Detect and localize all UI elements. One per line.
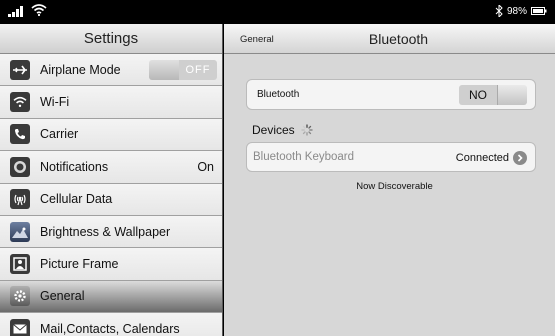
toggle-knob bbox=[497, 85, 527, 105]
battery-icon bbox=[531, 7, 547, 15]
toggle-knob bbox=[149, 60, 179, 80]
sidebar-title: Settings bbox=[0, 24, 222, 54]
device-status: Connected bbox=[455, 152, 509, 164]
phone-icon bbox=[10, 124, 30, 145]
detail-pane: General Bluetooth Bluetooth NO Devices B… bbox=[224, 24, 555, 336]
toggle-label: NO bbox=[459, 85, 497, 105]
gear-icon bbox=[10, 286, 30, 307]
sidebar-item-label: Notifications bbox=[40, 159, 109, 174]
battery-percent: 98% bbox=[506, 5, 527, 17]
sidebar-item-label: Picture Frame bbox=[40, 257, 119, 272]
sidebar-item-airplane-mode[interactable]: Airplane Mode OFF bbox=[0, 54, 222, 87]
bluetooth-row: Bluetooth NO bbox=[246, 79, 536, 110]
sidebar-item-carrier[interactable]: Carrier bbox=[0, 118, 222, 152]
sidebar-item-brightness-wallpaper[interactable]: Brightness & Wallpaper bbox=[0, 215, 222, 249]
mail-icon bbox=[10, 318, 30, 336]
wallpaper-icon bbox=[10, 221, 30, 242]
wifi-icon bbox=[10, 92, 30, 113]
status-bar: 98% bbox=[0, 0, 555, 24]
sidebar-item-mail-contacts-calendars[interactable]: Mail,Contacts, Calendars bbox=[0, 313, 222, 336]
device-name: Bluetooth Keyboard bbox=[253, 151, 355, 163]
sidebar-item-cellular-data[interactable]: Cellular Data bbox=[0, 183, 222, 216]
notifications-value: On bbox=[197, 159, 214, 174]
navigation-bar: General Bluetooth bbox=[224, 24, 555, 54]
sidebar-item-notifications[interactable]: Notifications On bbox=[0, 151, 222, 184]
sidebar-item-label: Wi-Fi bbox=[40, 95, 70, 110]
sidebar-item-label: Cellular Data bbox=[40, 192, 113, 207]
settings-sidebar: Settings Airplane Mode OFF Wi-Fi Carrier bbox=[0, 24, 223, 336]
sidebar-item-label: Brightness & Wallpaper bbox=[40, 224, 171, 239]
antenna-icon bbox=[10, 189, 30, 210]
wifi-icon bbox=[31, 4, 47, 17]
devices-label: Devices bbox=[252, 123, 295, 137]
signal-icon bbox=[8, 6, 23, 17]
disclosure-arrow-icon[interactable] bbox=[513, 151, 527, 165]
sidebar-item-picture-frame[interactable]: Picture Frame bbox=[0, 248, 222, 281]
bluetooth-icon bbox=[495, 5, 503, 17]
devices-section-header: Devices bbox=[252, 123, 313, 137]
page-title: Bluetooth bbox=[368, 31, 429, 47]
sidebar-list: Airplane Mode OFF Wi-Fi Carrier Notifica… bbox=[0, 54, 222, 336]
loading-spinner-icon bbox=[301, 124, 313, 136]
sidebar-item-wifi[interactable]: Wi-Fi bbox=[0, 86, 222, 119]
sidebar-item-label: Carrier bbox=[40, 127, 79, 142]
sidebar-item-label: Mail,Contacts, Calendars bbox=[40, 321, 180, 336]
sidebar-item-label: General bbox=[40, 289, 85, 304]
device-row-bluetooth-keyboard[interactable]: Bluetooth Keyboard Connected bbox=[246, 142, 536, 172]
bluetooth-row-label: Bluetooth bbox=[257, 89, 300, 100]
bluetooth-toggle[interactable]: NO bbox=[459, 85, 527, 105]
toggle-label: OFF bbox=[179, 60, 217, 80]
sidebar-item-label: Airplane Mode bbox=[40, 62, 121, 77]
status-right: 98% bbox=[495, 5, 547, 17]
airplane-mode-toggle[interactable]: OFF bbox=[149, 60, 217, 80]
airplane-icon bbox=[10, 59, 30, 80]
notifications-icon bbox=[10, 156, 30, 177]
sidebar-item-general[interactable]: General bbox=[0, 280, 222, 314]
picture-frame-icon bbox=[10, 254, 30, 275]
discoverable-status: Now Discoverable bbox=[356, 181, 433, 192]
